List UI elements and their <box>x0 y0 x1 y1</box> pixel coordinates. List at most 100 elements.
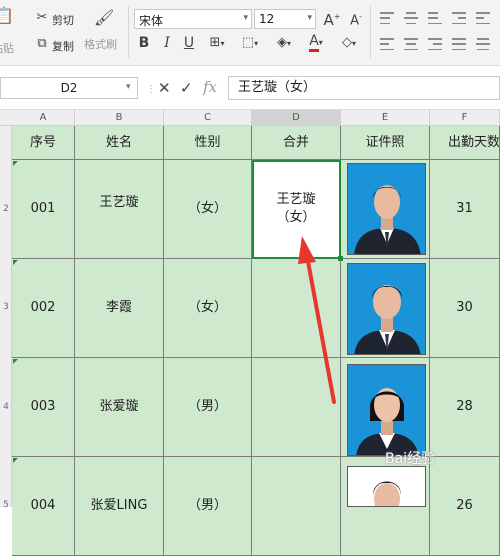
id-photo[interactable] <box>347 364 426 456</box>
column-header-d[interactable]: D <box>252 110 341 126</box>
chevron-down-icon: ▾ <box>307 13 312 23</box>
borders-icon: ⊞ <box>209 35 221 50</box>
header-cell[interactable]: 证件照 <box>341 126 430 160</box>
header-cell[interactable]: 性别 <box>164 126 252 160</box>
table-cell[interactable]: 31 <box>430 160 500 259</box>
align-middle-button[interactable] <box>404 12 418 24</box>
confirm-edit-button[interactable]: ✓ <box>180 79 193 97</box>
id-photo-image <box>348 365 425 455</box>
header-cell[interactable]: 序号 <box>12 126 75 160</box>
bold-button[interactable]: B <box>136 35 152 51</box>
shrink-font-button[interactable]: A- <box>346 9 366 29</box>
copy-button[interactable]: ⧉ 复制 <box>34 36 80 54</box>
paste-button[interactable]: 📋 粘贴 <box>0 4 22 56</box>
table-cell[interactable]: 李霞 <box>75 259 164 358</box>
cancel-edit-button[interactable]: ✕ <box>158 79 171 97</box>
id-photo[interactable] <box>347 466 426 507</box>
grow-font-button[interactable]: A+ <box>322 9 342 28</box>
id-photo-image <box>348 264 425 354</box>
font-name-value: 宋体 <box>139 14 164 28</box>
row-header-4[interactable]: 4 <box>0 402 12 412</box>
align-top-button[interactable] <box>380 12 394 24</box>
name-box-chevron-icon: ▾ <box>126 82 131 92</box>
watermark: Bai经验 <box>385 451 436 467</box>
table-cell[interactable]: 003 <box>12 358 75 457</box>
align-top-icon <box>380 12 394 24</box>
formula-input[interactable]: 王艺璇（女） <box>228 76 500 100</box>
table-cell[interactable]: 002 <box>12 259 75 358</box>
name-box[interactable]: D2 <box>0 77 138 99</box>
column-header-c[interactable]: C <box>164 110 252 126</box>
copy-label: 复制 <box>52 40 74 53</box>
format-painter-icon: 🖌 <box>94 8 115 27</box>
fill-pattern-button[interactable]: ⬚▾ <box>236 35 264 52</box>
underline-button[interactable]: U <box>182 35 196 51</box>
distributed-button[interactable] <box>476 38 490 50</box>
id-photo[interactable] <box>347 163 426 255</box>
column-header-a[interactable]: A <box>12 110 75 126</box>
header-cell[interactable]: 出勤天数 <box>430 126 500 160</box>
distributed-icon <box>476 38 490 50</box>
column-header-b[interactable]: B <box>75 110 164 126</box>
align-right-button[interactable] <box>428 38 442 50</box>
header-cell[interactable]: 合并 <box>252 126 341 160</box>
table-cell[interactable]: （女） <box>164 160 252 259</box>
underline-icon: U <box>183 35 195 51</box>
align-left-icon <box>380 38 394 50</box>
clipboard-icon: 📋 <box>0 6 14 25</box>
ribbon: 📋 粘贴 ✂ 剪切 ⧉ 复制 🖌 格式刷 宋体 ▾ 12 ▾ A+ A- B I… <box>0 0 500 66</box>
font-size-value: 12 <box>259 12 275 26</box>
italic-button[interactable]: I <box>160 35 174 51</box>
chevron-down-icon: ▾ <box>243 13 248 23</box>
paint-bucket-icon: ◈ <box>276 35 287 50</box>
id-photo-image <box>348 467 425 506</box>
decrease-indent-button[interactable] <box>452 12 466 24</box>
format-painter-label: 格式刷 <box>84 38 117 51</box>
table-cell[interactable]: （女） <box>164 259 252 358</box>
column-header-e[interactable]: E <box>341 110 430 126</box>
font-name-select[interactable]: 宋体 ▾ <box>134 9 252 29</box>
font-color-button[interactable]: A▾ <box>303 33 329 52</box>
table-cell[interactable]: 001 <box>12 160 75 259</box>
copy-icon: ⧉ <box>37 36 47 51</box>
annotation-arrow <box>298 236 336 404</box>
align-right-icon <box>428 38 442 50</box>
fill-color-button[interactable]: ◈▾ <box>270 35 298 52</box>
table-cell[interactable]: 王艺璇 <box>75 160 164 259</box>
table-cell[interactable]: 张爱璇 <box>75 358 164 457</box>
bold-icon: B <box>138 35 150 51</box>
ribbon-divider <box>128 6 129 58</box>
borders-button[interactable]: ⊞▾ <box>204 35 230 52</box>
font-size-select[interactable]: 12 ▾ <box>254 9 316 29</box>
table-cell[interactable]: 30 <box>430 259 500 358</box>
align-bottom-button[interactable] <box>428 12 442 24</box>
shrink-font-icon: A <box>350 13 359 29</box>
id-photo-image <box>348 164 425 254</box>
increase-indent-icon <box>476 12 490 24</box>
insert-function-button[interactable]: fx <box>203 78 217 96</box>
format-painter-button[interactable]: 🖌 格式刷 <box>84 4 124 56</box>
header-cell[interactable]: 姓名 <box>75 126 164 160</box>
row-header-2[interactable]: 2 <box>0 204 12 214</box>
cut-button[interactable]: ✂ 剪切 <box>34 10 80 28</box>
column-header-f[interactable]: F <box>430 110 500 126</box>
increase-indent-button[interactable] <box>476 12 490 24</box>
clear-format-button[interactable]: ◇▾ <box>334 35 364 52</box>
decrease-indent-icon <box>452 12 466 24</box>
ribbon-divider <box>370 6 371 58</box>
justify-button[interactable] <box>452 38 466 50</box>
id-photo[interactable] <box>347 263 426 355</box>
row-header-5[interactable]: 5 <box>0 500 12 510</box>
table-cell[interactable]: （男） <box>164 358 252 457</box>
align-left-button[interactable] <box>380 38 394 50</box>
table-cell[interactable]: 28 <box>430 358 500 457</box>
justify-icon <box>452 38 466 50</box>
align-center-button[interactable] <box>404 38 418 50</box>
align-center-icon <box>404 38 418 50</box>
fill-pattern-icon: ⬚ <box>241 35 255 50</box>
row-header-3[interactable]: 3 <box>0 302 12 312</box>
paste-label: 粘贴 <box>0 42 14 55</box>
align-middle-icon <box>404 12 418 24</box>
font-color-icon: A <box>309 33 319 52</box>
cut-label: 剪切 <box>52 14 74 27</box>
